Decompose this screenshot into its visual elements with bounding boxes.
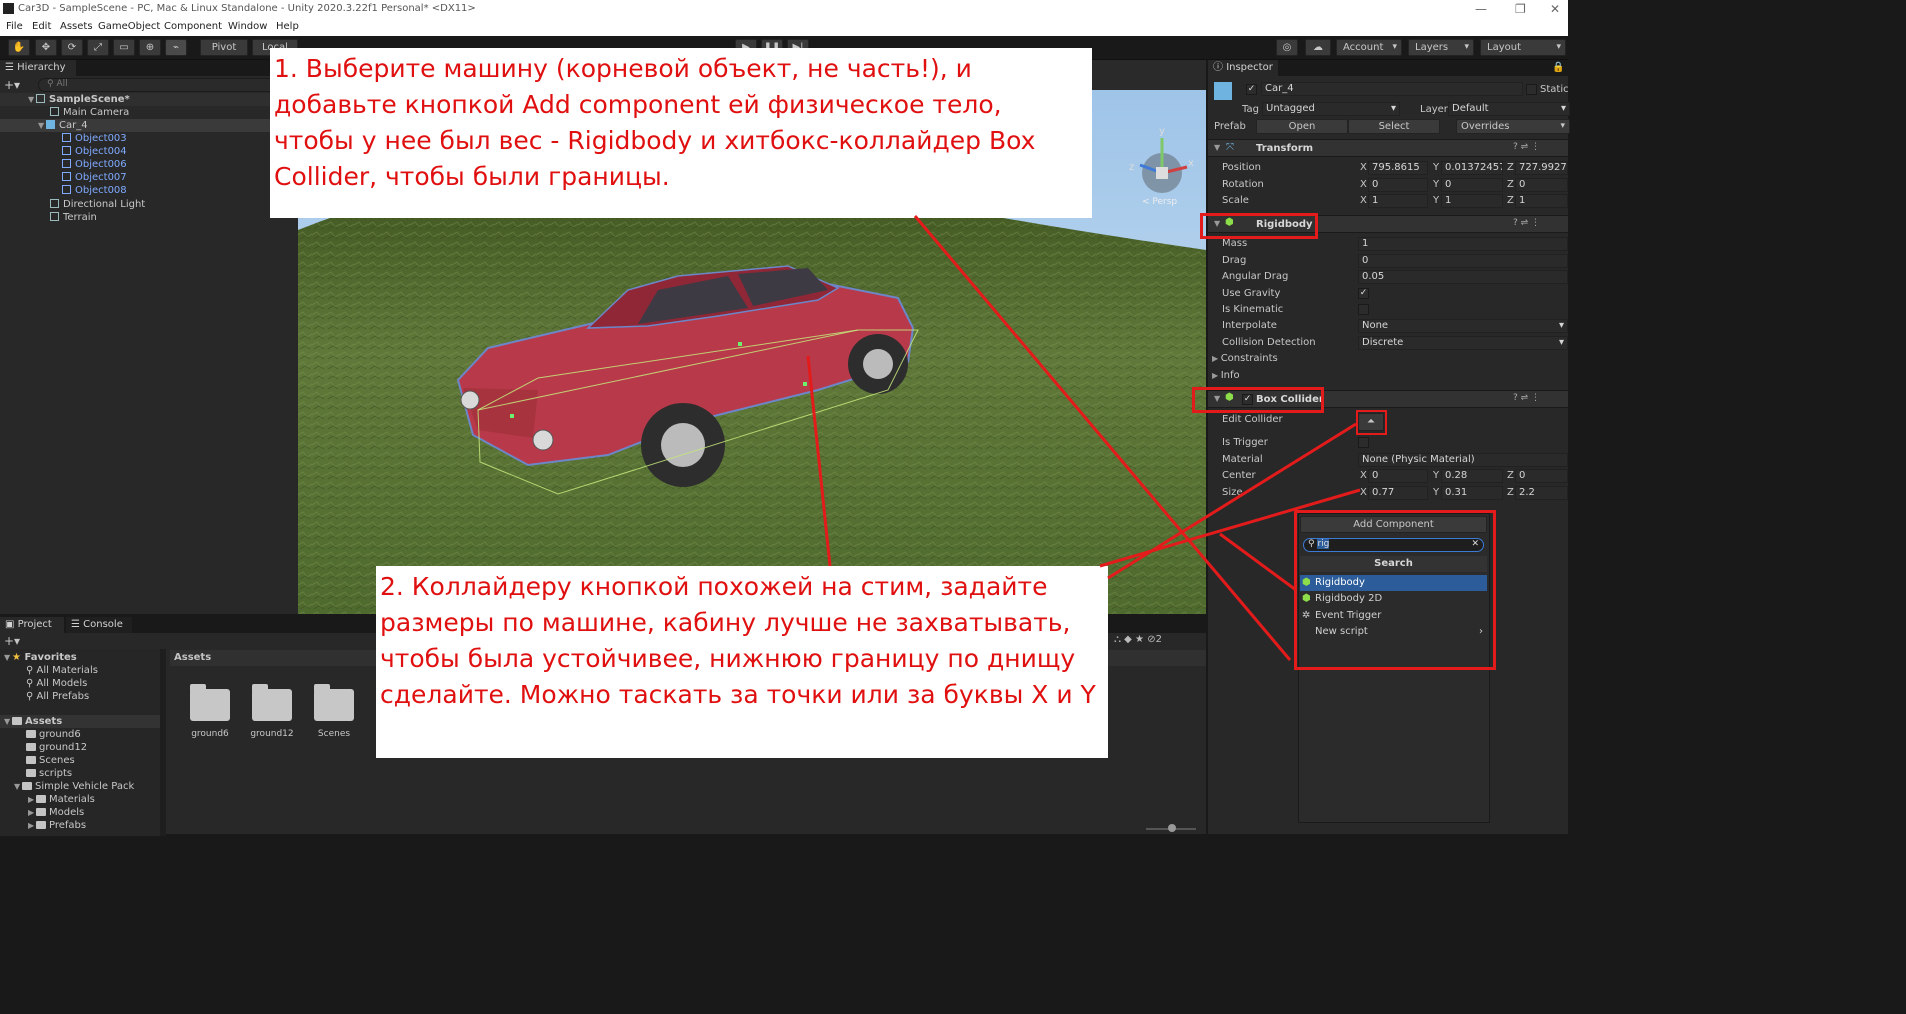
arrow-to-rigidbody-item [1219, 532, 1297, 592]
annotation-arrows [806, 215, 1361, 661]
arrow-note1-to-popup [913, 215, 1292, 661]
arrow-note2-to-collider-point [806, 355, 832, 567]
